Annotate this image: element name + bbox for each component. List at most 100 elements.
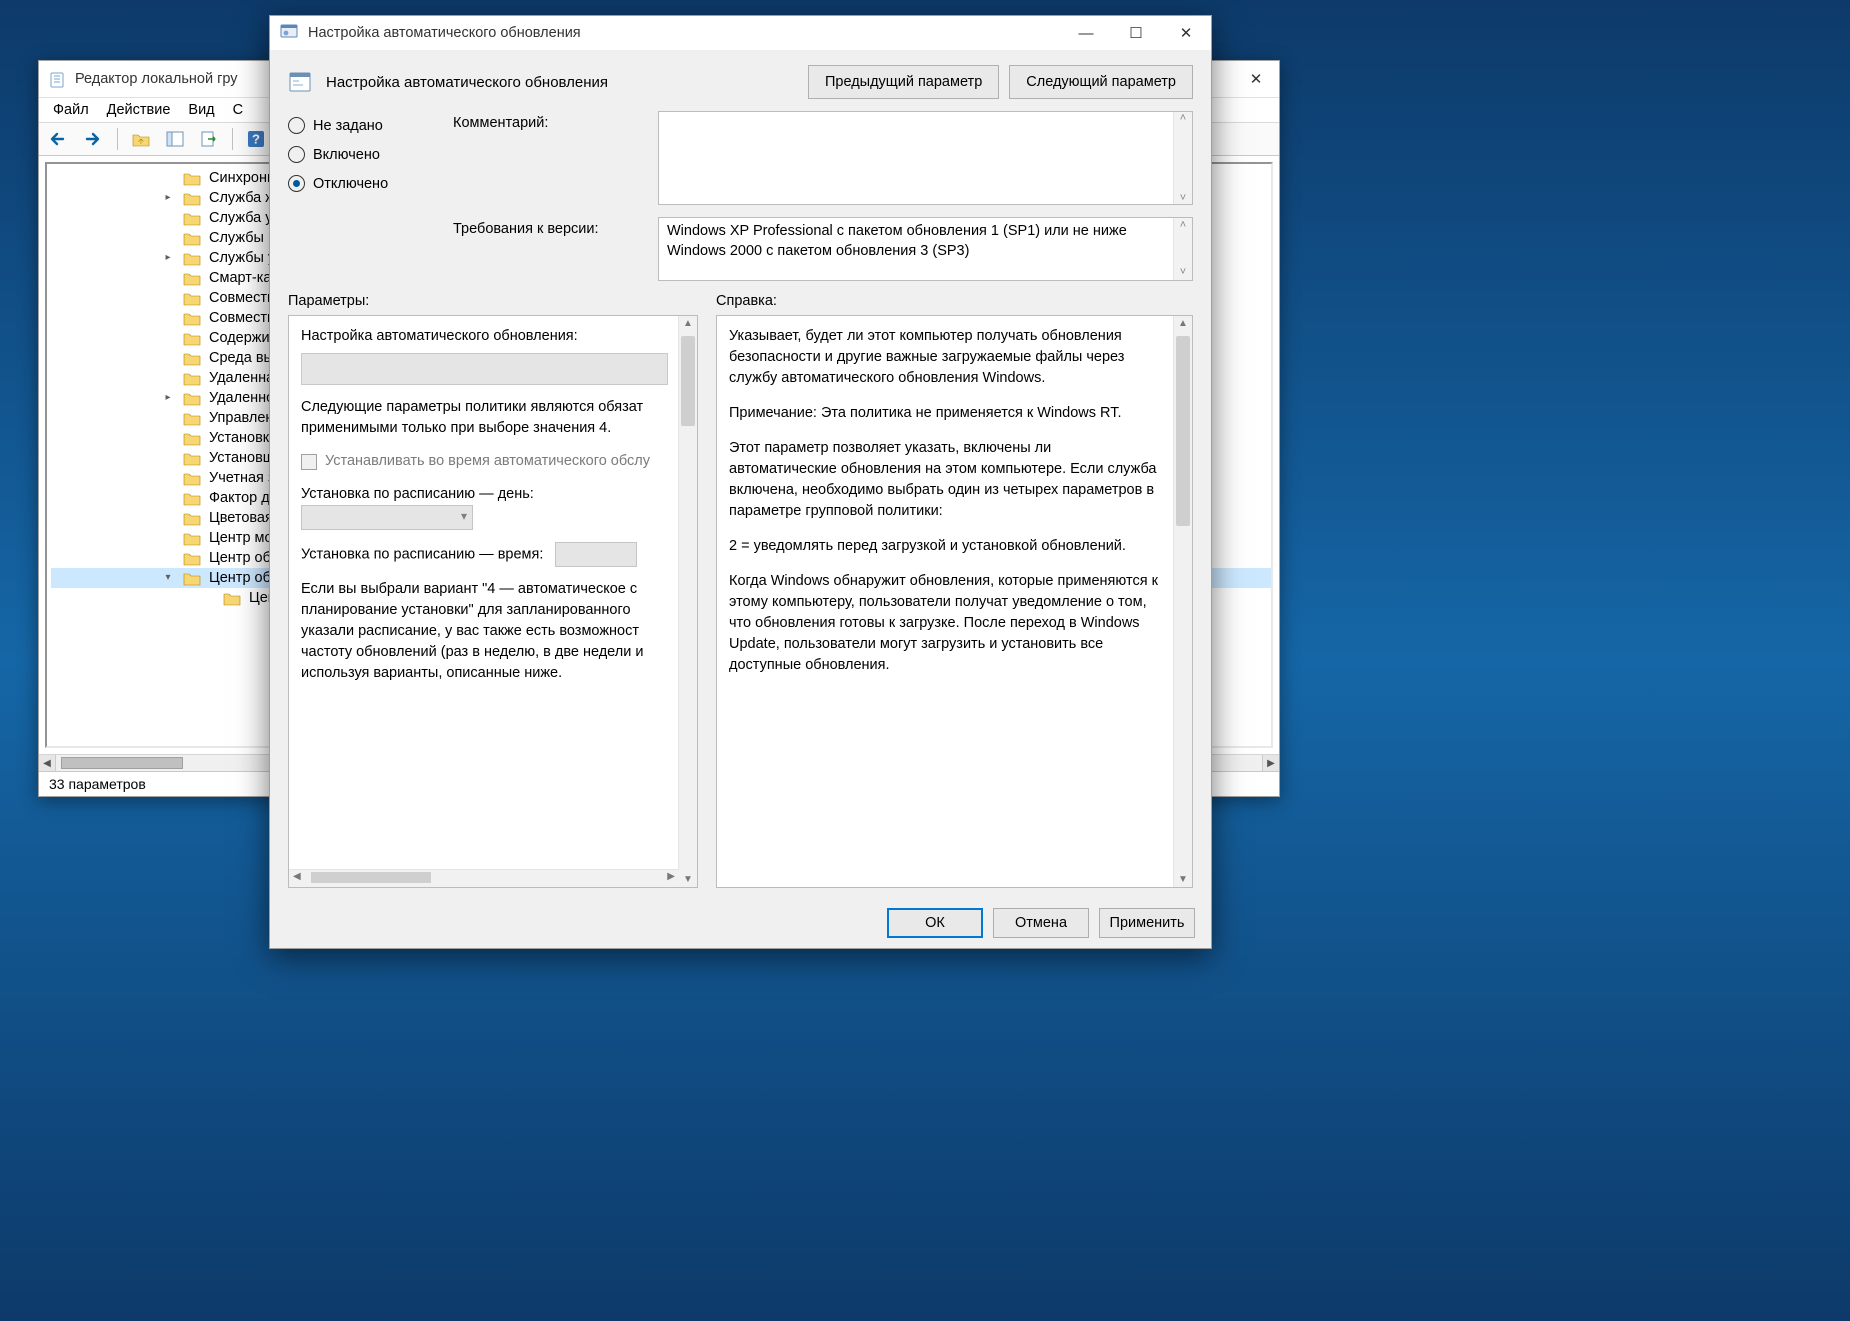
option-schedule-day-label: Установка по расписанию — день:	[301, 486, 534, 502]
radio-label: Включено	[313, 147, 380, 163]
dialog-button-row: ОК Отмена Применить	[270, 898, 1211, 948]
folder-icon	[183, 291, 201, 306]
options-panel: Настройка автоматического обновления: Сл…	[288, 315, 698, 888]
status-text: 33 параметров	[49, 776, 146, 792]
cancel-button[interactable]: Отмена	[993, 908, 1089, 938]
help-paragraph: Этот параметр позволяет указать, включен…	[729, 438, 1163, 522]
checkbox-label: Устанавливать во время автоматического о…	[325, 451, 650, 472]
toolbar-up-button[interactable]	[126, 125, 156, 153]
menu-view[interactable]: Вид	[188, 102, 214, 118]
toolbar-export-button[interactable]	[194, 125, 224, 153]
next-setting-button[interactable]: Следующий параметр	[1009, 65, 1193, 99]
policy-heading: Настройка автоматического обновления	[326, 74, 794, 91]
comment-textarea[interactable]: ˄˅	[658, 111, 1193, 205]
folder-icon	[183, 231, 201, 246]
option-schedule-day-dropdown[interactable]	[301, 505, 473, 530]
folder-icon	[183, 471, 201, 486]
option-note-text: Следующие параметры политики являются об…	[301, 397, 668, 439]
scroll-right-arrow[interactable]: ▶	[1262, 755, 1279, 771]
gpedit-icon	[49, 70, 67, 88]
options-vertical-scrollbar[interactable]	[678, 316, 697, 887]
menu-file[interactable]: Файл	[53, 102, 89, 118]
folder-icon	[183, 551, 201, 566]
scroll-left-arrow[interactable]: ◀	[39, 755, 56, 771]
state-radio-group: Не задано Включено Отключено	[288, 117, 423, 192]
menu-action[interactable]: Действие	[107, 102, 171, 118]
maximize-button[interactable]: ☐	[1111, 16, 1161, 50]
toolbar-separator	[232, 128, 233, 150]
folder-icon	[183, 491, 201, 506]
tree-twisty-icon[interactable]: ▸	[161, 391, 175, 405]
scroll-thumb[interactable]	[1176, 336, 1190, 526]
option-install-during-maintenance-checkbox[interactable]: Устанавливать во время автоматического о…	[301, 451, 668, 472]
textarea-scrollbar[interactable]: ˄˅	[1173, 112, 1192, 204]
option-configure-label: Настройка автоматического обновления:	[301, 326, 668, 347]
checkbox-icon	[301, 454, 317, 470]
tree-twisty-icon[interactable]: ▾	[161, 571, 175, 585]
option-configure-dropdown[interactable]	[301, 353, 668, 385]
requirements-label: Требования к версии:	[453, 217, 628, 281]
toolbar-show-hide-button[interactable]	[160, 125, 190, 153]
toolbar-forward-button[interactable]	[79, 125, 109, 153]
gpedit-close-button[interactable]: ✕	[1233, 61, 1279, 97]
folder-icon	[223, 591, 241, 606]
scroll-thumb[interactable]	[681, 336, 695, 426]
options-label: Параметры:	[288, 293, 698, 309]
ok-button[interactable]: ОК	[887, 908, 983, 938]
policy-dialog: Настройка автоматического обновления — ☐…	[269, 15, 1212, 949]
help-paragraph: 2 = уведомлять перед загрузкой и установ…	[729, 536, 1163, 557]
previous-setting-button[interactable]: Предыдущий параметр	[808, 65, 999, 99]
folder-icon	[183, 271, 201, 286]
radio-label: Отключено	[313, 176, 388, 192]
help-vertical-scrollbar[interactable]	[1173, 316, 1192, 887]
option-schedule-time-field[interactable]	[555, 542, 637, 567]
tree-item-label: Установка	[209, 430, 278, 446]
folder-icon	[183, 171, 201, 186]
menu-c[interactable]: С	[233, 102, 243, 118]
options-horizontal-scrollbar[interactable]	[289, 869, 679, 887]
requirements-box[interactable]: Windows XP Professional с пакетом обновл…	[658, 217, 1193, 281]
radio-not-configured[interactable]: Не задано	[288, 117, 423, 134]
folder-icon	[183, 571, 201, 586]
requirements-scrollbar[interactable]: ˄˅	[1173, 218, 1192, 280]
dialog-title-bar[interactable]: Настройка автоматического обновления — ☐…	[270, 16, 1211, 50]
requirements-text: Windows XP Professional с пакетом обновл…	[667, 223, 1127, 259]
radio-circle-icon	[288, 117, 305, 134]
gpedit-title: Редактор локальной гру	[75, 71, 238, 87]
dialog-title: Настройка автоматического обновления	[308, 25, 581, 41]
tree-twisty-icon[interactable]: ▸	[161, 251, 175, 265]
toolbar-help-button[interactable]: ?	[241, 125, 271, 153]
help-paragraph: Когда Windows обнаружит обновления, кото…	[729, 571, 1163, 676]
folder-icon	[183, 331, 201, 346]
tree-item-label: Фактор до	[209, 490, 278, 506]
toolbar-back-button[interactable]	[45, 125, 75, 153]
folder-icon	[183, 311, 201, 326]
toolbar-separator	[117, 128, 118, 150]
tree-twisty-icon[interactable]: ▸	[161, 191, 175, 205]
scroll-thumb[interactable]	[61, 757, 183, 769]
folder-icon	[183, 351, 201, 366]
help-paragraph: Указывает, будет ли этот компьютер получ…	[729, 326, 1163, 389]
folder-icon	[183, 531, 201, 546]
help-paragraph: Примечание: Эта политика не применяется …	[729, 403, 1163, 424]
minimize-button[interactable]: —	[1061, 16, 1111, 50]
folder-icon	[183, 251, 201, 266]
radio-disabled[interactable]: Отключено	[288, 175, 423, 192]
comment-label: Комментарий:	[453, 111, 628, 131]
policy-sheet-icon	[288, 70, 312, 94]
folder-icon	[183, 391, 201, 406]
folder-icon	[183, 211, 201, 226]
radio-circle-icon	[288, 146, 305, 163]
folder-icon	[183, 191, 201, 206]
folder-icon	[183, 371, 201, 386]
close-button[interactable]: ✕	[1161, 16, 1211, 50]
apply-button[interactable]: Применить	[1099, 908, 1195, 938]
radio-label: Не задано	[313, 118, 383, 134]
scroll-thumb[interactable]	[311, 872, 431, 883]
help-panel: Указывает, будет ли этот компьютер получ…	[716, 315, 1193, 888]
radio-enabled[interactable]: Включено	[288, 146, 423, 163]
folder-icon	[183, 511, 201, 526]
help-label: Справка:	[716, 293, 1193, 309]
option-variant4-text: Если вы выбрали вариант "4 — автоматичес…	[301, 579, 668, 684]
option-schedule-time-label: Установка по расписанию — время:	[301, 546, 543, 562]
